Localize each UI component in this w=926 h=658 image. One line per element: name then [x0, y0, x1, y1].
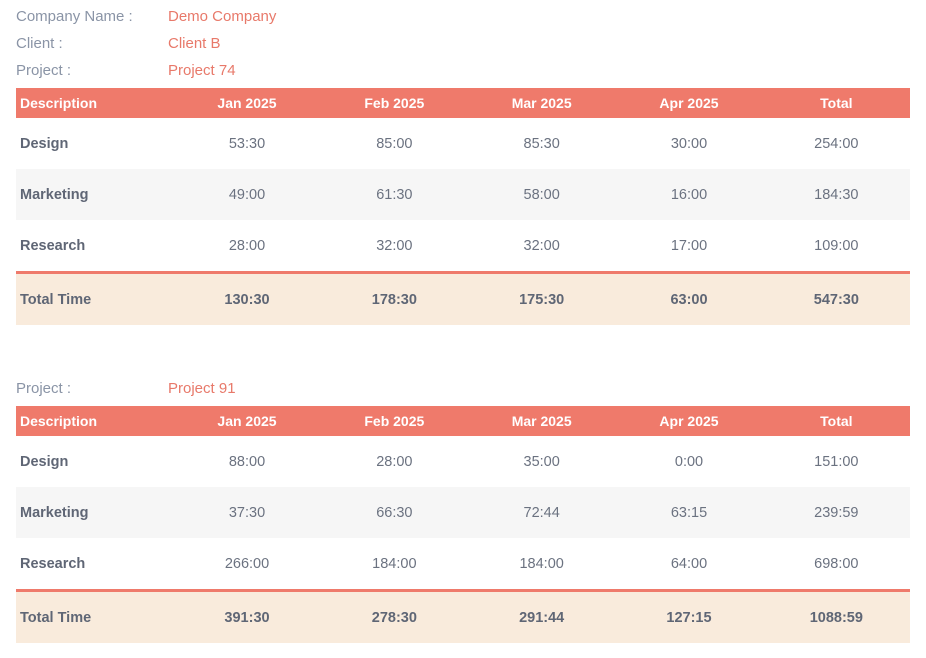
table-header-row: Description Jan 2025 Feb 2025 Mar 2025 A… [16, 406, 910, 436]
row-description: Marketing [16, 487, 174, 538]
row-total: 698:00 [814, 555, 859, 572]
total-time-label: Total Time [16, 589, 174, 643]
row-value: 28:00 [228, 237, 266, 254]
column-header-month: Mar 2025 [468, 406, 616, 436]
project-row: Project : Project 74 [16, 60, 236, 80]
row-value: 17:00 [670, 237, 708, 254]
row-value: 28:00 [376, 453, 413, 470]
company-name-value: Demo Company [168, 7, 277, 25]
column-header-month: Jan 2025 [173, 88, 321, 118]
row-value: 64:00 [670, 555, 708, 572]
column-header-total: Total [762, 88, 910, 118]
row-value: 32:00 [523, 237, 560, 254]
total-time-value: 130:30 [173, 271, 321, 325]
project-label: Project : [16, 379, 72, 397]
total-time-row: Total Time 130:30 178:30 175:30 63:00 54… [16, 271, 910, 325]
row-total: 239:59 [762, 487, 910, 538]
total-time-value: 127:15 [615, 589, 763, 643]
row-value: 49:00 [173, 169, 321, 220]
column-header-month: Feb 2025 [320, 88, 468, 118]
table-row: Marketing 37:30 66:30 72:44 63:15 239:59 [16, 487, 910, 538]
row-value: 32:00 [376, 237, 413, 254]
column-header-month: Apr 2025 [615, 406, 763, 436]
table-row: Research 28:00 32:00 32:00 17:00 109:00 [16, 220, 910, 273]
row-value: 30:00 [670, 135, 708, 152]
column-header-total: Total [762, 406, 910, 436]
total-time-value: 278:30 [320, 589, 468, 643]
row-description: Research [20, 237, 86, 254]
project-name: Project 91 [168, 379, 236, 397]
row-description: Marketing [16, 169, 174, 220]
project-table: Description Jan 2025 Feb 2025 Mar 2025 A… [16, 88, 910, 325]
row-value: 37:30 [173, 487, 321, 538]
row-value: 53:30 [228, 135, 266, 152]
client-row: Client : Client B [16, 33, 221, 53]
company-name-row: Company Name : Demo Company [16, 6, 276, 26]
client-value: Client B [168, 34, 221, 52]
row-value: 66:30 [320, 487, 468, 538]
table-row: Research 266:00 184:00 184:00 64:00 698:… [16, 538, 910, 591]
total-time-label: Total Time [16, 271, 174, 325]
total-time-value: 175:30 [468, 271, 616, 325]
row-value: 266:00 [224, 555, 270, 572]
row-value: 85:00 [376, 135, 413, 152]
row-value: 85:30 [523, 135, 560, 152]
row-value: 58:00 [468, 169, 616, 220]
timesheet-report: Company Name : Demo Company Client : Cli… [0, 0, 926, 658]
total-time-value: 391:30 [173, 589, 321, 643]
row-value: 35:00 [523, 453, 560, 470]
column-header-month: Mar 2025 [468, 88, 616, 118]
row-total: 151:00 [814, 453, 859, 470]
row-value: 61:30 [320, 169, 468, 220]
grand-total-value: 547:30 [762, 271, 910, 325]
row-description: Research [20, 555, 86, 572]
row-value: 63:15 [615, 487, 763, 538]
client-label: Client : [16, 34, 63, 52]
table-row: Design 88:00 28:00 35:00 0:00 151:00 [16, 436, 910, 487]
table-header-row: Description Jan 2025 Feb 2025 Mar 2025 A… [16, 88, 910, 118]
row-value: 72:44 [468, 487, 616, 538]
column-header-description: Description [16, 406, 174, 436]
row-total: 254:00 [814, 135, 859, 152]
grand-total-value: 1088:59 [762, 589, 910, 643]
column-header-month: Jan 2025 [173, 406, 321, 436]
table-row: Marketing 49:00 61:30 58:00 16:00 184:30 [16, 169, 910, 220]
column-header-description: Description [16, 88, 174, 118]
total-time-value: 178:30 [320, 271, 468, 325]
project-row: Project : Project 91 [16, 378, 236, 398]
row-value: 16:00 [615, 169, 763, 220]
row-description: Design [20, 135, 69, 152]
row-value: 184:00 [372, 555, 417, 572]
total-time-value: 63:00 [615, 271, 763, 325]
table-row: Design 53:30 85:00 85:30 30:00 254:00 [16, 118, 910, 169]
row-total: 184:30 [762, 169, 910, 220]
total-time-row: Total Time 391:30 278:30 291:44 127:15 1… [16, 589, 910, 643]
total-time-value: 291:44 [468, 589, 616, 643]
row-value: 184:00 [519, 555, 564, 572]
column-header-month: Apr 2025 [615, 88, 763, 118]
row-value: 88:00 [228, 453, 266, 470]
row-description: Design [20, 453, 69, 470]
project-table: Description Jan 2025 Feb 2025 Mar 2025 A… [16, 406, 910, 643]
column-header-month: Feb 2025 [320, 406, 468, 436]
row-value: 0:00 [674, 453, 704, 470]
project-label: Project : [16, 61, 72, 79]
row-total: 109:00 [814, 237, 859, 254]
project-name: Project 74 [168, 61, 236, 79]
company-name-label: Company Name : [16, 7, 133, 25]
